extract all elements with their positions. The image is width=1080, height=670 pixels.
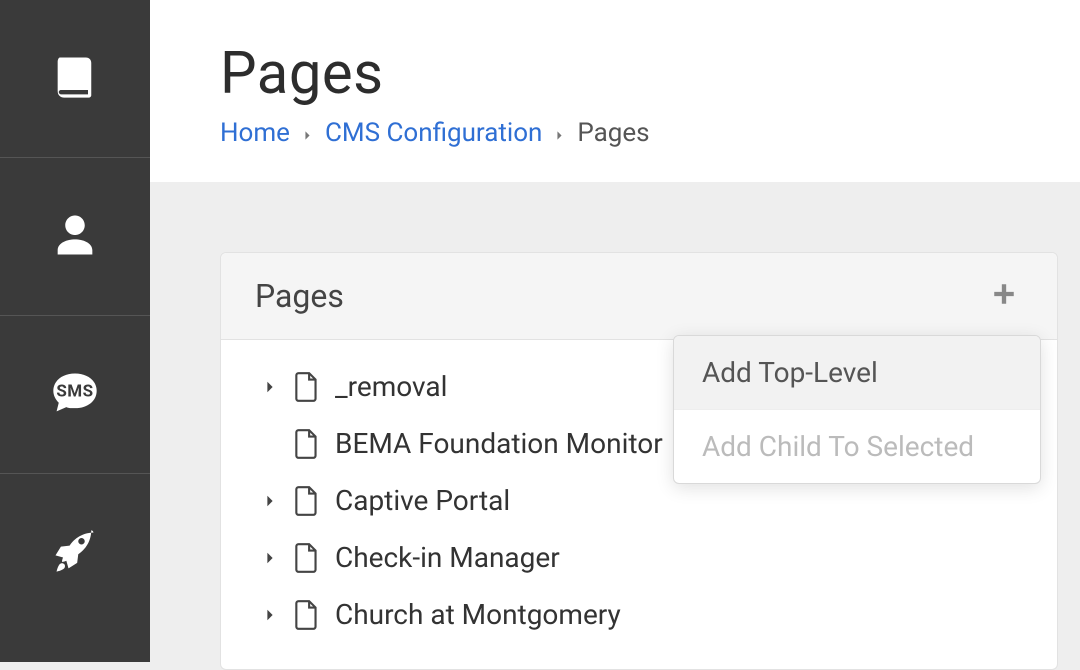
- page-icon: [287, 485, 327, 517]
- breadcrumb: Home CMS Configuration Pages: [220, 118, 1080, 148]
- expand-toggle[interactable]: [253, 494, 287, 508]
- sidebar-item-sms[interactable]: SMS: [0, 316, 150, 474]
- pages-panel: Pages _removal BEMA Foundation Monitor Cap…: [220, 252, 1058, 670]
- chevron-right-icon: [554, 118, 565, 148]
- tree-item-label: Church at Montgomery: [335, 598, 621, 631]
- page-header: Pages Home CMS Configuration Pages: [150, 0, 1080, 182]
- tree-item-label: Check-in Manager: [335, 541, 560, 574]
- dropdown-add-top-level[interactable]: Add Top-Level: [674, 336, 1040, 410]
- add-button[interactable]: [985, 275, 1023, 317]
- page-icon: [287, 542, 327, 574]
- panel-header: Pages: [221, 253, 1057, 340]
- breadcrumb-home[interactable]: Home: [220, 118, 290, 148]
- sidebar-item-book[interactable]: [0, 0, 150, 158]
- plus-icon: [991, 292, 1017, 311]
- sidebar-item-rocket[interactable]: [0, 474, 150, 632]
- expand-toggle[interactable]: [253, 380, 287, 394]
- add-dropdown: Add Top-Level Add Child To Selected: [673, 335, 1041, 484]
- main: Pages Home CMS Configuration Pages Pages: [150, 0, 1080, 662]
- rocket-icon: [49, 525, 101, 581]
- person-icon: [49, 209, 101, 265]
- tree-item[interactable]: Check-in Manager: [221, 529, 1057, 586]
- sms-icon: SMS: [49, 367, 101, 423]
- page-icon: [287, 371, 327, 403]
- breadcrumb-cms[interactable]: CMS Configuration: [325, 118, 542, 148]
- chevron-right-icon: [302, 118, 313, 148]
- breadcrumb-current: Pages: [577, 118, 649, 148]
- panel-title: Pages: [255, 277, 344, 315]
- page-icon: [287, 428, 327, 460]
- content: Pages _removal BEMA Foundation Monitor Cap…: [150, 182, 1080, 670]
- dropdown-add-child[interactable]: Add Child To Selected: [674, 410, 1040, 483]
- sidebar-item-person[interactable]: [0, 158, 150, 316]
- tree-item[interactable]: Church at Montgomery: [221, 586, 1057, 643]
- tree-item-label: Captive Portal: [335, 484, 510, 517]
- page-icon: [287, 599, 327, 631]
- expand-toggle[interactable]: [253, 551, 287, 565]
- sidebar: SMS: [0, 0, 150, 662]
- expand-toggle[interactable]: [253, 608, 287, 622]
- tree-item-label: _removal: [335, 370, 447, 403]
- tree-item-label: BEMA Foundation Monitor: [335, 427, 663, 460]
- sms-label: SMS: [56, 382, 93, 402]
- page-title: Pages: [220, 40, 1080, 108]
- book-icon: [49, 51, 101, 107]
